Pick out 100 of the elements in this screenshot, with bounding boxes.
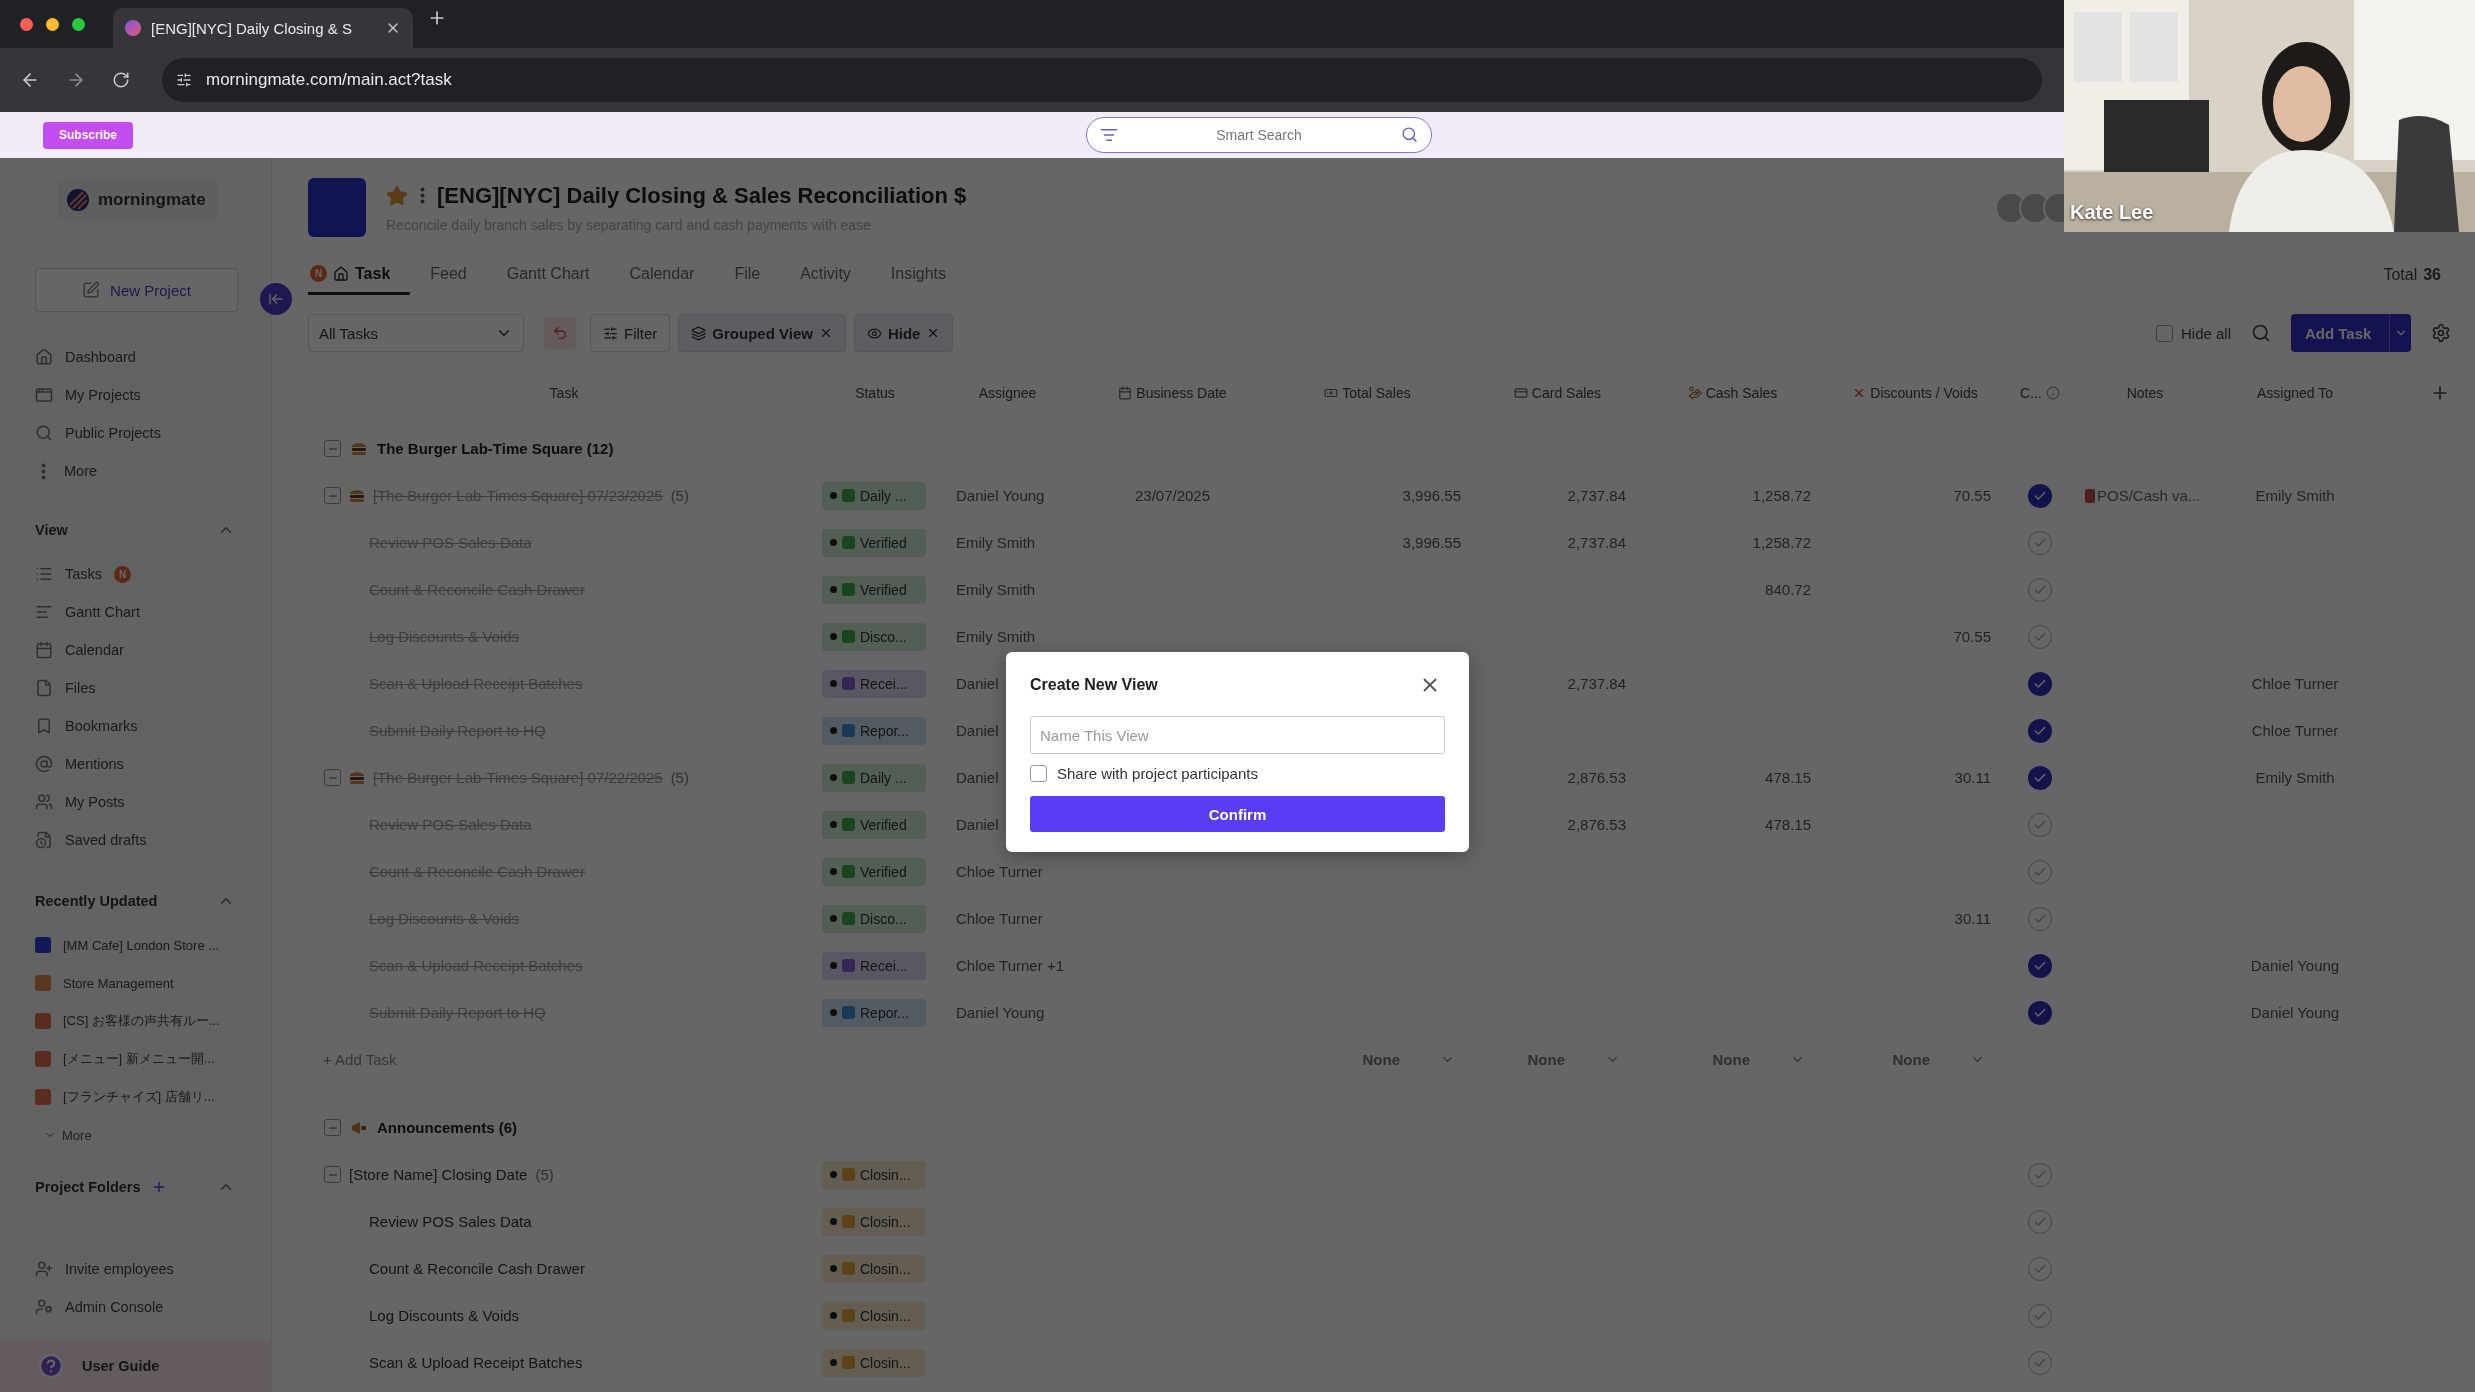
sidebar-item[interactable]: My Projects — [0, 376, 271, 414]
collapse-sidebar-button[interactable] — [260, 283, 292, 315]
total-count: 36 — [2423, 266, 2441, 284]
favorite-icon[interactable] — [386, 184, 408, 207]
reload-icon[interactable] — [112, 71, 130, 89]
column-header[interactable]: Total Sales — [1260, 385, 1475, 401]
user-guide-button[interactable]: User Guide — [0, 1340, 271, 1392]
section-title: Project Folders — [35, 1179, 141, 1195]
task-title[interactable]: Count & Reconcile Cash Drawer — [369, 1260, 585, 1277]
filter-chip[interactable]: Grouped View — [678, 314, 846, 352]
maximize-window-button[interactable] — [72, 17, 85, 31]
share-checkbox[interactable]: Share with project participants — [1030, 765, 1445, 782]
sidebar-item[interactable]: My Posts — [0, 783, 271, 821]
project-item[interactable]: [フランチャイズ] 店舗リ... — [0, 1078, 271, 1116]
sidebar-item[interactable]: Mentions — [0, 745, 271, 783]
project-item[interactable]: [MM Cafe] London Store ... — [0, 926, 271, 964]
done-checkbox[interactable] — [2028, 1000, 2052, 1025]
house-icon — [35, 348, 53, 366]
dot-icon — [830, 539, 837, 546]
collapse-button[interactable] — [324, 487, 341, 504]
project-item[interactable]: Store Management — [0, 964, 271, 1002]
sidebar-item[interactable]: Dashboard — [0, 338, 271, 376]
task-title[interactable]: Review POS Sales Data — [369, 1213, 532, 1230]
done-checkbox[interactable] — [2028, 483, 2052, 508]
view-tab[interactable]: Insights — [870, 255, 966, 295]
view-tab[interactable]: Calendar — [609, 255, 715, 295]
done-checkbox[interactable] — [2028, 718, 2052, 743]
address-bar[interactable]: morningmate.com/main.act?task — [162, 58, 2042, 102]
view-tab[interactable]: Activity — [780, 255, 871, 295]
sidebar-item[interactable]: Files — [0, 669, 271, 707]
close-window-button[interactable] — [20, 17, 33, 31]
name-field[interactable]: Name This View — [1030, 716, 1445, 754]
subscribe-button[interactable]: Subscribe — [43, 121, 133, 149]
sidebar-item[interactable]: Saved drafts — [0, 821, 271, 859]
column-header[interactable]: Notes — [2075, 385, 2215, 401]
list-icon — [35, 565, 53, 583]
sidebar-item[interactable]: Invite employees — [0, 1250, 271, 1288]
column-header[interactable]: Task — [308, 385, 820, 401]
view-tab[interactable]: File — [714, 255, 781, 295]
task-title[interactable]: Log Discounts & Voids — [369, 1307, 520, 1324]
more-button[interactable]: More — [0, 1116, 271, 1154]
search-field[interactable]: Smart Search — [1086, 117, 1432, 153]
column-header[interactable]: Assignee — [930, 385, 1085, 401]
task-title[interactable]: Scan & Upload Receipt Batches — [369, 1354, 583, 1371]
amount: 30.11 — [1954, 769, 1992, 786]
column-header[interactable]: Assigned To — [2215, 385, 2375, 401]
sidebar-item[interactable]: Admin Console — [0, 1288, 271, 1326]
group-title: The Burger Lab-Time Square (12) — [377, 440, 614, 457]
done-checkbox[interactable] — [2028, 953, 2052, 978]
column-header[interactable]: Business Date — [1085, 385, 1260, 401]
filter-chip[interactable]: Hide — [853, 314, 954, 352]
view-tab[interactable]: Feed — [410, 255, 487, 295]
column-header[interactable]: Cash Sales — [1640, 385, 1825, 401]
collapse-button[interactable] — [324, 1166, 341, 1183]
column-header[interactable]: Card Sales — [1475, 385, 1640, 401]
filter-button[interactable]: Filter — [590, 314, 671, 352]
view-tab[interactable]: N Task — [308, 255, 411, 295]
column-header[interactable]: C... — [2005, 385, 2075, 401]
project-logo — [308, 178, 366, 237]
assignee-name: Daniel — [955, 769, 999, 786]
task-title[interactable]: [Store Name] Closing Date — [349, 1166, 528, 1183]
assignee-name: Chloe Turner +1 — [955, 957, 1064, 974]
amount: 70.55 — [1953, 487, 1992, 504]
sidebar-item[interactable]: Gantt Chart — [0, 593, 271, 631]
undo-icon — [552, 325, 568, 341]
users-icon — [35, 793, 53, 811]
sidebar-item[interactable]: Tasks N — [0, 555, 271, 593]
undo-button[interactable] — [544, 317, 576, 349]
collapse-button[interactable] — [324, 440, 341, 457]
minimize-window-button[interactable] — [46, 17, 59, 31]
file-clock-icon — [35, 831, 53, 849]
view-tab[interactable]: Gantt Chart — [486, 255, 610, 295]
at-sign-icon — [35, 755, 53, 773]
collapse-button[interactable] — [324, 769, 341, 786]
assignee-name: Daniel Young — [955, 487, 1045, 504]
sidebar-item[interactable]: Public Projects — [0, 414, 271, 452]
column-header[interactable]: Status — [820, 385, 930, 401]
done-checkbox[interactable] — [2028, 765, 2052, 790]
burger-icon — [349, 488, 365, 503]
note-link[interactable]: POS/Cash va... — [2075, 487, 2215, 504]
assignee-name: Daniel — [955, 816, 999, 833]
collapse-button[interactable] — [324, 1119, 341, 1136]
dot-icon — [830, 727, 837, 734]
browser-tab[interactable]: [ENG][NYC] Daily Closing & S — [113, 8, 413, 48]
hide-all-checkbox[interactable]: Hide all — [2155, 324, 2231, 342]
view-select[interactable]: All Tasks — [308, 314, 524, 352]
sidebar-item[interactable]: More — [0, 452, 271, 490]
confirm-button[interactable]: Confirm — [1030, 796, 1445, 832]
sidebar-item[interactable]: Bookmarks — [0, 707, 271, 745]
dot-icon — [830, 1265, 837, 1272]
amount: 3,996.55 — [1402, 487, 1462, 504]
new-project-button[interactable]: New Project — [35, 268, 238, 312]
add-task-button[interactable]: Add Task — [2291, 314, 2411, 352]
more-icon[interactable] — [420, 187, 425, 204]
amount: 3,996.55 — [1402, 534, 1462, 551]
sidebar-item[interactable]: Calendar — [0, 631, 271, 669]
amount: 2,737.84 — [1567, 675, 1627, 692]
amount: 70.55 — [1953, 628, 1992, 645]
column-header[interactable]: Discounts / Voids — [1825, 385, 2005, 401]
done-checkbox[interactable] — [2028, 671, 2052, 696]
